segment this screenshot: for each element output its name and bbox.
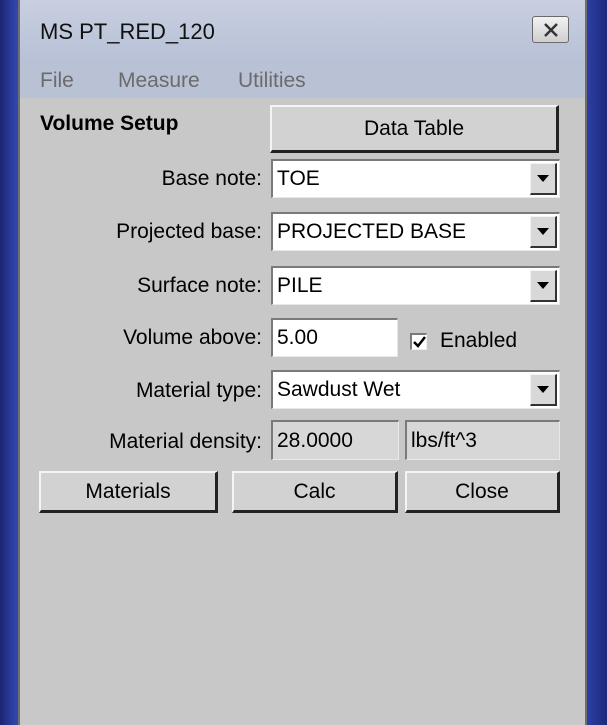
volume-setup-window: MS PT_RED_120 File Measure Utilities Vol… xyxy=(18,0,587,725)
section-title: Volume Setup xyxy=(40,112,179,135)
title-bar[interactable]: MS PT_RED_120 xyxy=(20,0,585,64)
close-x-icon xyxy=(543,22,558,37)
material-density-label: Material density: xyxy=(109,430,262,453)
close-window-button[interactable] xyxy=(532,16,569,43)
enabled-label[interactable]: Enabled xyxy=(440,329,517,353)
chevron-down-icon[interactable] xyxy=(530,216,557,248)
density-units-field: lbs/ft^3 xyxy=(405,420,560,460)
materials-button[interactable]: Materials xyxy=(39,471,218,513)
data-table-button-label: Data Table xyxy=(363,116,465,140)
calc-button[interactable]: Calc xyxy=(232,471,398,513)
chevron-down-icon[interactable] xyxy=(530,270,557,302)
window-title: MS PT_RED_120 xyxy=(40,19,215,44)
projected-base-value: PROJECTED BASE xyxy=(277,220,467,243)
surface-note-label: Surface note: xyxy=(137,274,262,297)
base-note-label: Base note: xyxy=(161,167,262,190)
dialog-content: Volume Setup Data Table Base note: TOE P… xyxy=(20,98,585,725)
surface-note-select[interactable]: PILE xyxy=(271,266,560,305)
surface-note-value: PILE xyxy=(277,274,323,297)
base-note-select[interactable]: TOE xyxy=(271,159,560,198)
chevron-down-icon[interactable] xyxy=(530,374,557,406)
menu-measure[interactable]: Measure xyxy=(118,69,200,93)
density-units-value: lbs/ft^3 xyxy=(411,428,477,452)
volume-above-input[interactable]: 5.00 xyxy=(271,318,398,357)
menu-bar: File Measure Utilities xyxy=(20,64,585,98)
material-density-value: 28.0000 xyxy=(277,428,353,452)
volume-above-label: Volume above: xyxy=(123,326,262,349)
desktop-background-right xyxy=(587,0,607,725)
volume-above-value: 5.00 xyxy=(277,326,318,349)
projected-base-select[interactable]: PROJECTED BASE xyxy=(271,212,560,251)
checkmark-icon xyxy=(412,336,426,348)
enabled-checkbox[interactable] xyxy=(410,333,427,350)
menu-utilities[interactable]: Utilities xyxy=(238,69,306,93)
chevron-down-icon[interactable] xyxy=(530,163,557,195)
material-density-field: 28.0000 xyxy=(271,420,399,460)
materials-button-label: Materials xyxy=(85,479,171,503)
close-button-label: Close xyxy=(455,479,509,503)
base-note-value: TOE xyxy=(277,167,320,190)
calc-button-label: Calc xyxy=(293,479,336,503)
projected-base-label: Projected base: xyxy=(116,220,262,243)
material-type-label: Material type: xyxy=(135,379,262,402)
desktop-background-left xyxy=(0,0,18,725)
menu-file[interactable]: File xyxy=(40,69,74,93)
material-type-select[interactable]: Sawdust Wet xyxy=(271,370,560,409)
close-button[interactable]: Close xyxy=(405,471,560,513)
data-table-button[interactable]: Data Table xyxy=(270,105,559,153)
material-type-value: Sawdust Wet xyxy=(277,378,401,401)
